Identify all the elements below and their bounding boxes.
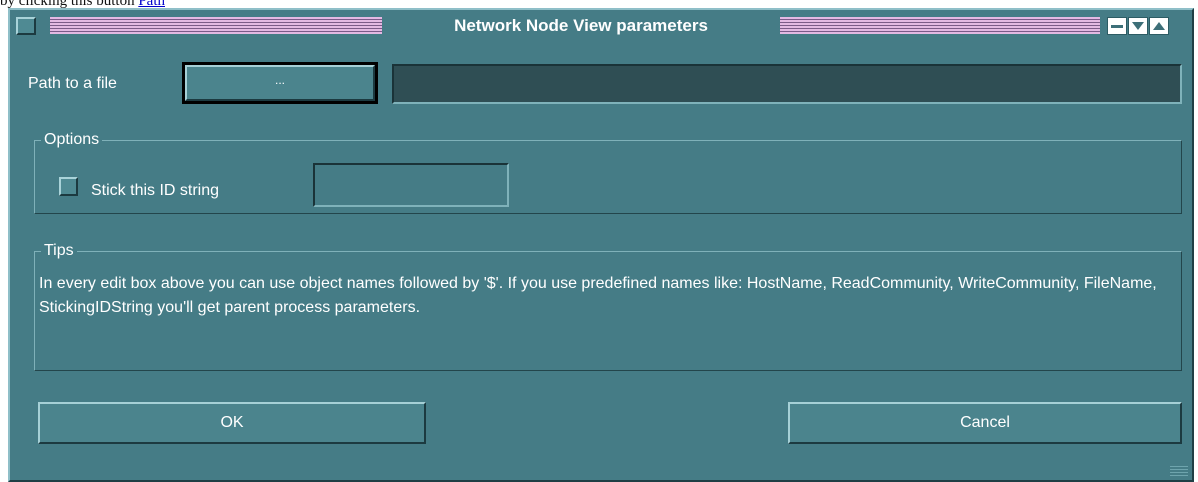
browse-button-label: ... bbox=[185, 65, 375, 101]
path-label: Path to a file bbox=[28, 75, 117, 92]
stick-id-label[interactable]: Stick this ID string bbox=[91, 181, 219, 201]
ok-button[interactable]: OK bbox=[38, 402, 426, 444]
tips-text: In every edit box above you can use obje… bbox=[39, 275, 1157, 316]
dialog-window: Network Node View parameters Path to a f… bbox=[8, 8, 1194, 482]
tips-legend: Tips bbox=[41, 241, 77, 261]
options-group: Options Stick this ID string bbox=[34, 130, 1182, 214]
cancel-button[interactable]: Cancel bbox=[788, 402, 1182, 444]
maximize-icon[interactable] bbox=[1128, 17, 1148, 35]
stick-id-checkbox[interactable] bbox=[59, 177, 78, 196]
id-string-input[interactable] bbox=[313, 163, 509, 207]
path-input[interactable] bbox=[392, 64, 1182, 104]
tips-group: Tips In every edit box above you can use… bbox=[34, 241, 1182, 371]
minimize-icon[interactable] bbox=[1107, 17, 1127, 35]
title-stripes-right bbox=[780, 17, 1100, 34]
restore-icon[interactable] bbox=[1149, 17, 1169, 35]
system-menu-icon[interactable] bbox=[16, 17, 36, 35]
title-bar[interactable]: Network Node View parameters bbox=[10, 10, 1192, 40]
resize-grip-icon[interactable] bbox=[1170, 466, 1188, 476]
options-legend: Options bbox=[41, 130, 103, 150]
window-title: Network Node View parameters bbox=[454, 16, 708, 35]
browse-button[interactable]: ... bbox=[182, 62, 378, 104]
title-stripes-left bbox=[50, 17, 382, 34]
